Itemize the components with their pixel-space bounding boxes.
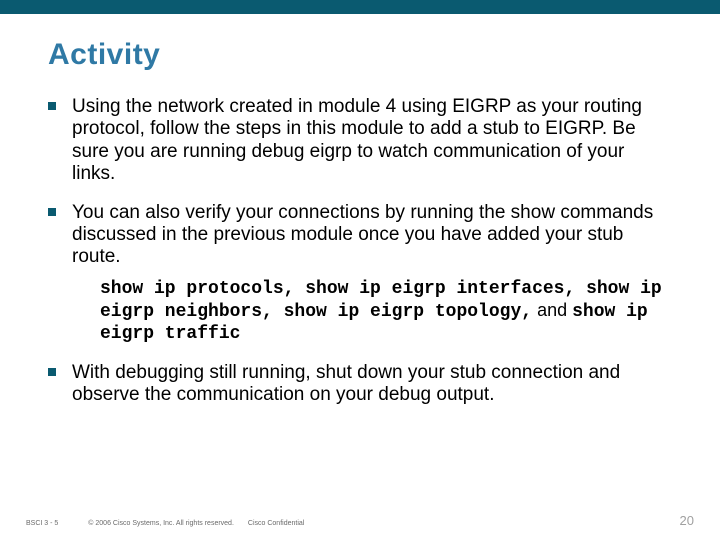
nonmono-text: and: [532, 300, 572, 320]
slide-title: Activity: [48, 38, 672, 72]
bullet-text: Using the network created in module 4 us…: [72, 96, 642, 184]
slide-footer: BSCI 3 - 5 © 2006 Cisco Systems, Inc. Al…: [0, 513, 720, 528]
bullet-list: Using the network created in module 4 us…: [48, 96, 672, 406]
bullet-item: You can also verify your connections by …: [48, 202, 672, 346]
footer-copyright: © 2006 Cisco Systems, Inc. All rights re…: [88, 520, 234, 527]
bullet-text: You can also verify your connections by …: [72, 202, 653, 268]
page-number: 20: [680, 513, 694, 528]
footer-label: BSCI 3 - 5: [26, 520, 58, 527]
footer-confidential: Cisco Confidential: [248, 520, 304, 527]
bullet-text: With debugging still running, shut down …: [72, 362, 620, 405]
slide-body: Activity Using the network created in mo…: [0, 14, 720, 540]
slide: Activity Using the network created in mo…: [0, 0, 720, 540]
bullet-item: With debugging still running, shut down …: [48, 362, 672, 407]
bullet-item: Using the network created in module 4 us…: [48, 96, 672, 186]
sub-commands: show ip protocols, show ip eigrp interfa…: [72, 279, 672, 346]
top-accent-bar: [0, 0, 720, 14]
